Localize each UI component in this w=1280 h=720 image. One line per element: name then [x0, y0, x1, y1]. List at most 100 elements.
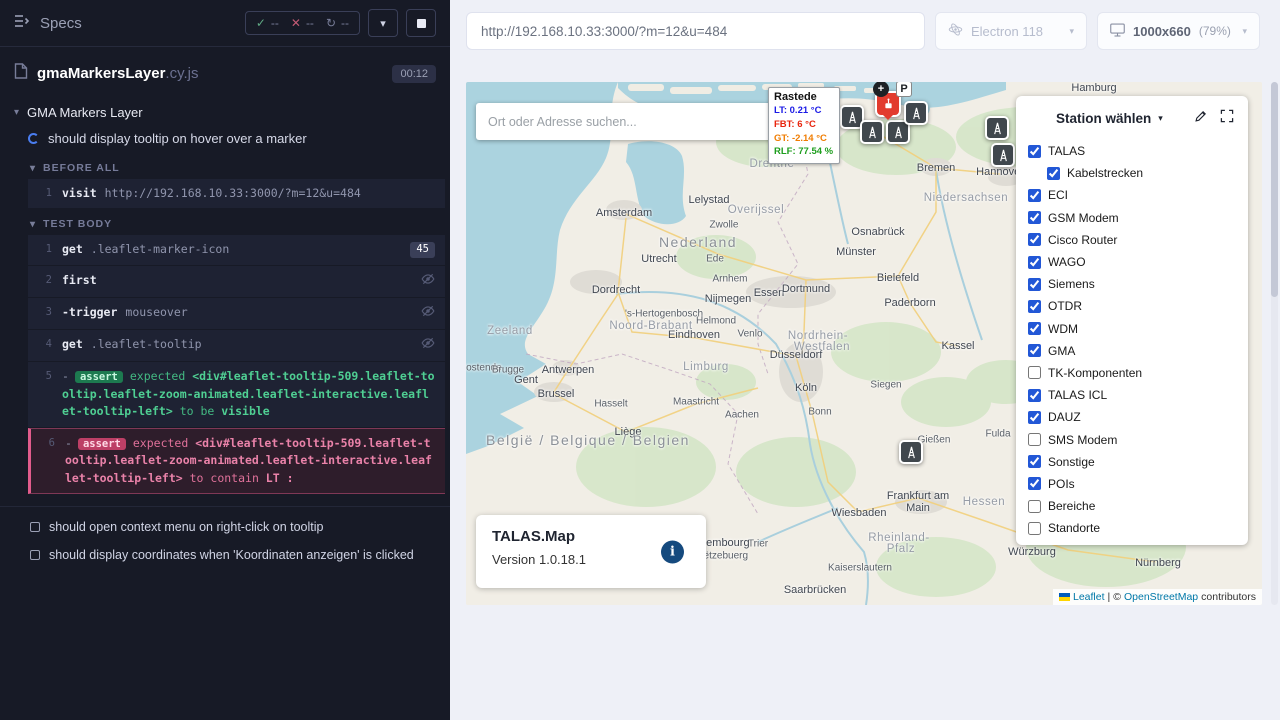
app-title: TALAS.Map [492, 528, 690, 545]
specs-menu-icon[interactable] [14, 14, 30, 32]
running-spinner-icon [28, 133, 39, 144]
url-input[interactable] [466, 12, 925, 50]
monitor-icon [1110, 23, 1125, 40]
caret-down-icon: ▾ [30, 163, 36, 174]
chevron-down-icon: ▾ [1069, 26, 1074, 37]
station-filter-checkbox[interactable] [1028, 145, 1041, 158]
tooltip-station-name: Rastede [774, 91, 834, 103]
station-select-label[interactable]: Station wählen [1056, 111, 1151, 126]
station-filter-label: GSM Modem [1048, 211, 1119, 225]
test-stats: ✓-- ✕-- ↻-- [245, 11, 360, 35]
station-marker-icon[interactable] [899, 440, 923, 464]
expand-fullscreen-icon[interactable] [1220, 109, 1234, 128]
spec-file-row[interactable]: gmaMarkersLayer.cy.js 00:12 [0, 47, 450, 96]
collapse-all-button[interactable]: ▾ [368, 9, 398, 37]
aut-panel: Electron 118 ▾ 1000x660 (79%) ▾ [450, 0, 1280, 720]
station-filter-checkbox[interactable] [1028, 211, 1041, 224]
station-filter-item: TALAS ICL [1028, 384, 1236, 406]
station-marker-icon[interactable] [985, 116, 1009, 140]
assert-row-failed[interactable]: 6-assertexpected <div#leaflet-tooltip-50… [28, 428, 445, 494]
station-filter-checkbox[interactable] [1047, 167, 1060, 180]
pending-tests-list: should open context menu on right-click … [0, 506, 450, 569]
station-filter-checkbox[interactable] [1028, 500, 1041, 513]
caret-down-icon: ▾ [14, 107, 19, 118]
station-filter-label: WAGO [1048, 255, 1086, 269]
station-filter-checkbox[interactable] [1028, 433, 1041, 446]
active-test-row[interactable]: should display tooltip on hover over a m… [0, 124, 450, 153]
station-filter-checkbox[interactable] [1028, 366, 1041, 379]
spec-duration-badge: 00:12 [392, 65, 436, 83]
command-content: -assertexpected <div#leaflet-tooltip-509… [65, 435, 435, 487]
command-row-trigger[interactable]: 3-triggermouseover [28, 298, 445, 329]
station-filter-checkbox[interactable] [1028, 233, 1041, 246]
stop-run-button[interactable] [406, 9, 436, 37]
station-filter-checkbox[interactable] [1028, 455, 1041, 468]
station-filter-label: SMS Modem [1048, 433, 1117, 447]
hidden-command-icon [421, 336, 435, 355]
ukraine-flag-icon [1059, 593, 1070, 601]
tooltip-measurement: RLF: 77.54 % [774, 145, 834, 159]
before-all-command-log: 1visithttp://192.168.10.33:3000/?m=12&u=… [0, 179, 450, 208]
station-filter-checkbox[interactable] [1028, 389, 1041, 402]
command-row-get[interactable]: 4get.leaflet-tooltip [28, 330, 445, 361]
edit-pencil-icon[interactable] [1194, 109, 1208, 128]
station-filter-item: POIs [1028, 473, 1236, 495]
command-row-first[interactable]: 2first [28, 266, 445, 297]
map-attribution: Leaflet | © OpenStreetMap contributors [1053, 589, 1262, 605]
station-filter-label: WDM [1048, 322, 1078, 336]
specs-label[interactable]: Specs [40, 15, 82, 32]
scrollbar-thumb[interactable] [1271, 82, 1278, 297]
cypress-reporter-panel: Specs ✓-- ✕-- ↻-- ▾ gmaMarkersLayer.cy.j… [0, 0, 450, 720]
command-number: 1 [32, 185, 52, 202]
chevron-down-icon: ▾ [1242, 26, 1247, 37]
leaflet-map[interactable]: GroningenEmdenAmsterdamLelystadZwolleUtr… [466, 82, 1262, 605]
station-filter-checkbox[interactable] [1028, 278, 1041, 291]
before-all-label: BEFORE ALL [43, 162, 120, 174]
station-filter-checkbox[interactable] [1028, 522, 1041, 535]
spec-extension: .cy.js [165, 65, 198, 82]
chevron-down-icon[interactable]: ▾ [1158, 113, 1163, 124]
test-body-section[interactable]: ▾ TEST BODY [0, 209, 450, 235]
station-filter-checkbox[interactable] [1028, 322, 1041, 335]
station-checkbox-list: TALASKabelstreckenECIGSM ModemCisco Rout… [1016, 136, 1248, 543]
command-row-get[interactable]: 1get.leaflet-marker-icon45 [28, 235, 445, 264]
station-filter-checkbox[interactable] [1028, 189, 1041, 202]
active-test-title: should display tooltip on hover over a m… [48, 131, 307, 146]
station-filter-label: Sonstige [1048, 455, 1095, 469]
suite-row[interactable]: ▾ GMA Markers Layer [0, 96, 450, 124]
test-body-command-log: 1get.leaflet-marker-icon452first 3-trigg… [0, 235, 450, 494]
station-filter-item: Standorte [1028, 517, 1236, 539]
scrollbar-track[interactable] [1271, 82, 1278, 605]
station-filter-item: TK-Komponenten [1028, 362, 1236, 384]
viewport-selector[interactable]: 1000x660 (79%) ▾ [1097, 12, 1260, 50]
assert-row-passed[interactable]: 5-assertexpected <div#leaflet-tooltip-50… [28, 362, 445, 426]
command-row-visit[interactable]: 1visithttp://192.168.10.33:3000/?m=12&u=… [28, 179, 445, 208]
app-version: Version 1.0.18.1 [492, 552, 690, 567]
info-icon[interactable]: i [661, 540, 684, 563]
station-marker-icon[interactable] [860, 120, 884, 144]
station-filter-checkbox[interactable] [1028, 344, 1041, 357]
osm-link[interactable]: OpenStreetMap [1124, 591, 1198, 603]
marker-tooltip[interactable]: Rastede LT: 0.21 °CFBT: 6 °CGT: -2.14 °C… [768, 87, 840, 164]
station-filter-checkbox[interactable] [1028, 256, 1041, 269]
pending-test-row[interactable]: should open context menu on right-click … [0, 513, 450, 541]
station-filter-label: OTDR [1048, 299, 1082, 313]
station-filter-item: GMA [1028, 340, 1236, 362]
station-filter-item: ECI [1028, 184, 1236, 206]
station-filter-label: Kabelstrecken [1067, 166, 1143, 180]
spec-file-icon [14, 63, 28, 84]
station-filter-checkbox[interactable] [1028, 300, 1041, 313]
station-filter-checkbox[interactable] [1028, 477, 1041, 490]
station-marker-icon[interactable] [904, 101, 928, 125]
station-marker-icon[interactable] [991, 143, 1015, 167]
map-search-input[interactable] [476, 103, 809, 140]
browser-selector[interactable]: Electron 118 ▾ [935, 12, 1087, 50]
before-all-section[interactable]: ▾ BEFORE ALL [0, 153, 450, 179]
parking-marker-button[interactable]: P [896, 82, 912, 97]
stop-icon [417, 19, 426, 28]
station-filter-checkbox[interactable] [1028, 411, 1041, 424]
pending-test-row[interactable]: should display coordinates when 'Koordin… [0, 541, 450, 569]
station-panel-header: Station wählen ▾ [1016, 96, 1248, 136]
tooltip-values: LT: 0.21 °CFBT: 6 °CGT: -2.14 °CRLF: 77.… [774, 104, 834, 159]
leaflet-link[interactable]: Leaflet [1073, 591, 1105, 603]
